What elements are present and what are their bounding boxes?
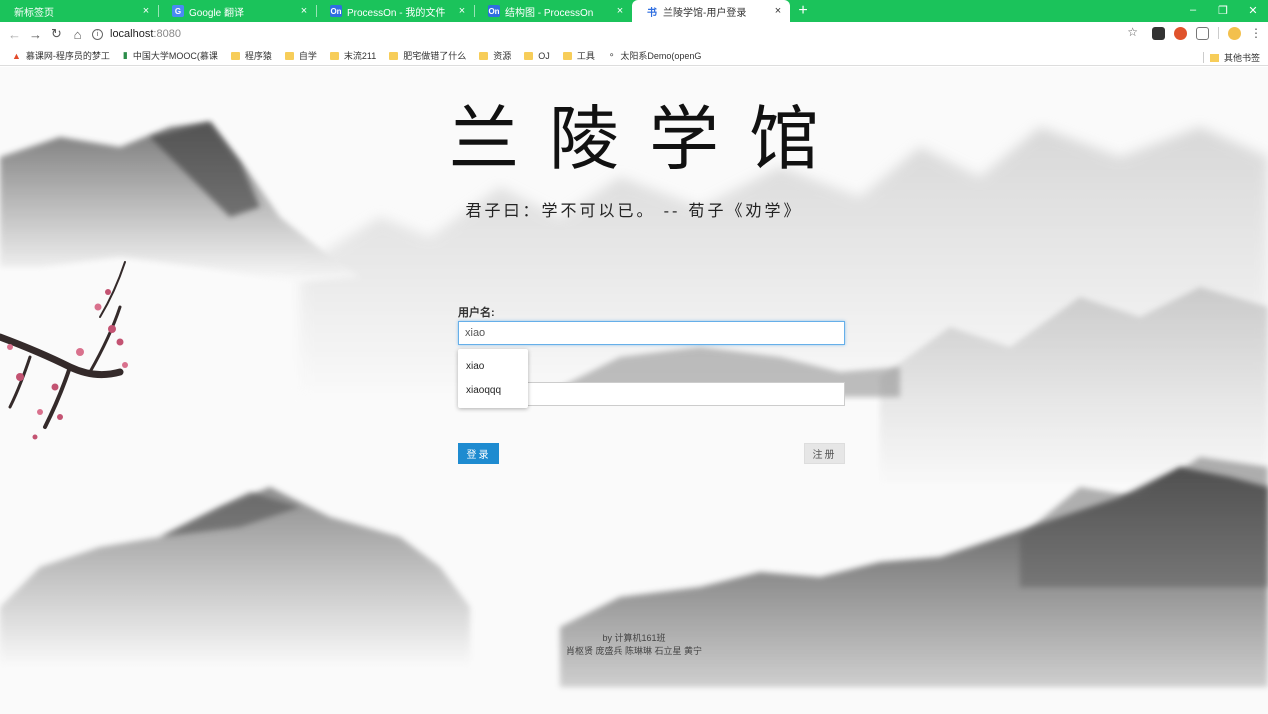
bookmark-label: 工具 bbox=[576, 51, 595, 61]
footer: by 计算机161班 肖枢贤 庞盛兵 陈琳琳 石立星 黄宁 bbox=[0, 632, 1268, 658]
toolbar: ← → ↻ ⌂ i localhost :8080 ☆ ⋮ bbox=[0, 22, 1268, 46]
divider bbox=[1202, 52, 1204, 63]
bookmark-item[interactable]: ⚬ 太阳系Demo(openG bbox=[608, 49, 702, 62]
tab-processon-diagram[interactable]: On 结构图 - ProcessOn × bbox=[474, 0, 632, 22]
bookmark-label: 资源 bbox=[493, 51, 512, 61]
translate-icon: G bbox=[172, 5, 184, 17]
bookmark-folder[interactable]: OJ bbox=[524, 51, 550, 61]
info-icon[interactable]: i bbox=[92, 28, 103, 40]
bookmark-item[interactable]: ▲ 慕课网-程序员的梦工 bbox=[12, 49, 110, 62]
login-button[interactable]: 登录 bbox=[458, 443, 499, 464]
fire-icon: ▲ bbox=[12, 50, 21, 61]
username-label: 用户名: bbox=[458, 307, 495, 319]
bookmark-item[interactable]: ▮ 中国大学MOOC(慕课 bbox=[123, 49, 218, 62]
plum-branch bbox=[0, 261, 128, 440]
bookmark-label: 程序猿 bbox=[244, 51, 272, 61]
extension-icon[interactable] bbox=[1152, 26, 1165, 40]
solar-icon: ⚬ bbox=[607, 50, 616, 60]
bookmark-label: 慕课网-程序员的梦工 bbox=[25, 51, 110, 61]
reload-icon[interactable]: ↻ bbox=[46, 22, 67, 46]
folder-icon bbox=[524, 51, 534, 60]
divider bbox=[1218, 27, 1219, 39]
register-button[interactable]: 注册 bbox=[804, 443, 845, 464]
bookmark-folder[interactable]: 自学 bbox=[284, 49, 317, 62]
autocomplete-option[interactable]: xiao bbox=[458, 355, 528, 379]
forward-icon[interactable]: → bbox=[25, 22, 46, 46]
folder-icon bbox=[329, 51, 339, 60]
menu-icon[interactable]: ⋮ bbox=[1250, 26, 1262, 40]
tab-title: 结构图 - ProcessOn bbox=[505, 7, 594, 19]
login-form: 用户名: xiao xiao xiaoqqq 登录 注册 bbox=[458, 305, 845, 464]
other-bookmarks[interactable]: 其他书签 bbox=[1202, 51, 1260, 64]
close-icon[interactable]: × bbox=[140, 5, 152, 17]
folder-icon bbox=[562, 51, 572, 60]
autocomplete-dropdown: xiao xiaoqqq bbox=[458, 349, 528, 408]
close-icon[interactable]: × bbox=[614, 5, 626, 17]
restore-icon[interactable]: ❐ bbox=[1208, 0, 1238, 20]
extension-icon[interactable] bbox=[1174, 26, 1187, 40]
bookmark-folder[interactable]: 肥宅做错了什么 bbox=[389, 49, 466, 62]
footer-credit: by 计算机161班 bbox=[602, 633, 666, 643]
footer-authors: 肖枢贤 庞盛兵 陈琳琳 石立星 黄宁 bbox=[565, 646, 702, 656]
bookmark-label: 自学 bbox=[298, 51, 317, 61]
book-icon: 书 bbox=[647, 7, 657, 19]
bookmark-folder[interactable]: 程序猿 bbox=[230, 49, 272, 62]
folder-icon bbox=[284, 51, 294, 60]
extension-icon[interactable] bbox=[1196, 26, 1209, 40]
close-icon[interactable]: × bbox=[772, 5, 784, 17]
tab-new-tab[interactable]: 新标签页 × bbox=[0, 0, 158, 22]
url-host: localhost bbox=[110, 28, 154, 40]
close-icon[interactable]: × bbox=[298, 5, 310, 17]
tab-lanling-login[interactable]: 书 兰陵学馆-用户登录 × bbox=[632, 0, 790, 22]
minimize-icon[interactable]: – bbox=[1178, 0, 1208, 20]
close-window-icon[interactable]: ✕ bbox=[1238, 0, 1268, 20]
bookmark-star-icon[interactable]: ☆ bbox=[1127, 25, 1138, 39]
close-icon[interactable]: × bbox=[456, 5, 468, 17]
processon-icon: On bbox=[488, 5, 500, 17]
bookmark-label: 中国大学MOOC(慕课 bbox=[132, 51, 218, 61]
extensions: ⋮ bbox=[1152, 26, 1262, 40]
bookmarks-bar: ▲ 慕课网-程序员的梦工 ▮ 中国大学MOOC(慕课 程序猿 自学 末流211 肥宅… bbox=[0, 46, 1268, 66]
folder-icon bbox=[479, 51, 489, 60]
window-controls: – ❐ ✕ bbox=[1178, 0, 1268, 22]
tab-title: ProcessOn - 我的文件 bbox=[347, 7, 446, 19]
profile-avatar-icon[interactable] bbox=[1228, 26, 1241, 40]
folder-icon bbox=[389, 51, 399, 60]
tab-title: 兰陵学馆-用户登录 bbox=[663, 7, 747, 19]
home-icon[interactable]: ⌂ bbox=[67, 22, 88, 46]
bookmark-label: 其他书签 bbox=[1223, 53, 1260, 63]
bookmark-folder[interactable]: 末流211 bbox=[329, 49, 377, 62]
bookmark-label: 太阳系Demo(openG bbox=[620, 51, 702, 61]
url-port: :8080 bbox=[153, 28, 181, 40]
tab-processon-files[interactable]: On ProcessOn - 我的文件 × bbox=[316, 0, 474, 22]
autocomplete-option[interactable]: xiaoqqq bbox=[458, 379, 528, 403]
tab-title: 新标签页 bbox=[14, 7, 54, 19]
bookmark-label: 末流211 bbox=[343, 51, 377, 61]
folder-icon bbox=[230, 51, 240, 60]
address-bar[interactable]: i localhost :8080 ☆ bbox=[92, 25, 1146, 43]
bookmark-folder[interactable]: 资源 bbox=[479, 49, 511, 62]
login-page: 兰陵学馆 君子曰：学不可以已。 -- 荀子《劝学》 用户名: xiao xiao… bbox=[0, 67, 1268, 714]
folder-icon bbox=[1209, 53, 1219, 62]
mooc-icon: ▮ bbox=[122, 50, 128, 60]
tab-strip: 新标签页 × G Google 翻译 × On ProcessOn - 我的文件… bbox=[0, 0, 1268, 22]
new-tab-button[interactable]: + bbox=[790, 0, 816, 22]
username-input[interactable]: xiao bbox=[458, 321, 845, 345]
processon-icon: On bbox=[330, 5, 342, 17]
tab-title: Google 翻译 bbox=[189, 7, 245, 19]
page-motto: 君子曰：学不可以已。 -- 荀子《劝学》 bbox=[465, 201, 803, 220]
bookmark-folder[interactable]: 工具 bbox=[562, 49, 595, 62]
bookmark-label: OJ bbox=[538, 50, 550, 61]
back-icon[interactable]: ← bbox=[4, 22, 25, 46]
bookmark-label: 肥宅做错了什么 bbox=[403, 51, 467, 61]
page-title: 兰陵学馆 bbox=[449, 98, 849, 180]
tab-google-translate[interactable]: G Google 翻译 × bbox=[158, 0, 316, 22]
